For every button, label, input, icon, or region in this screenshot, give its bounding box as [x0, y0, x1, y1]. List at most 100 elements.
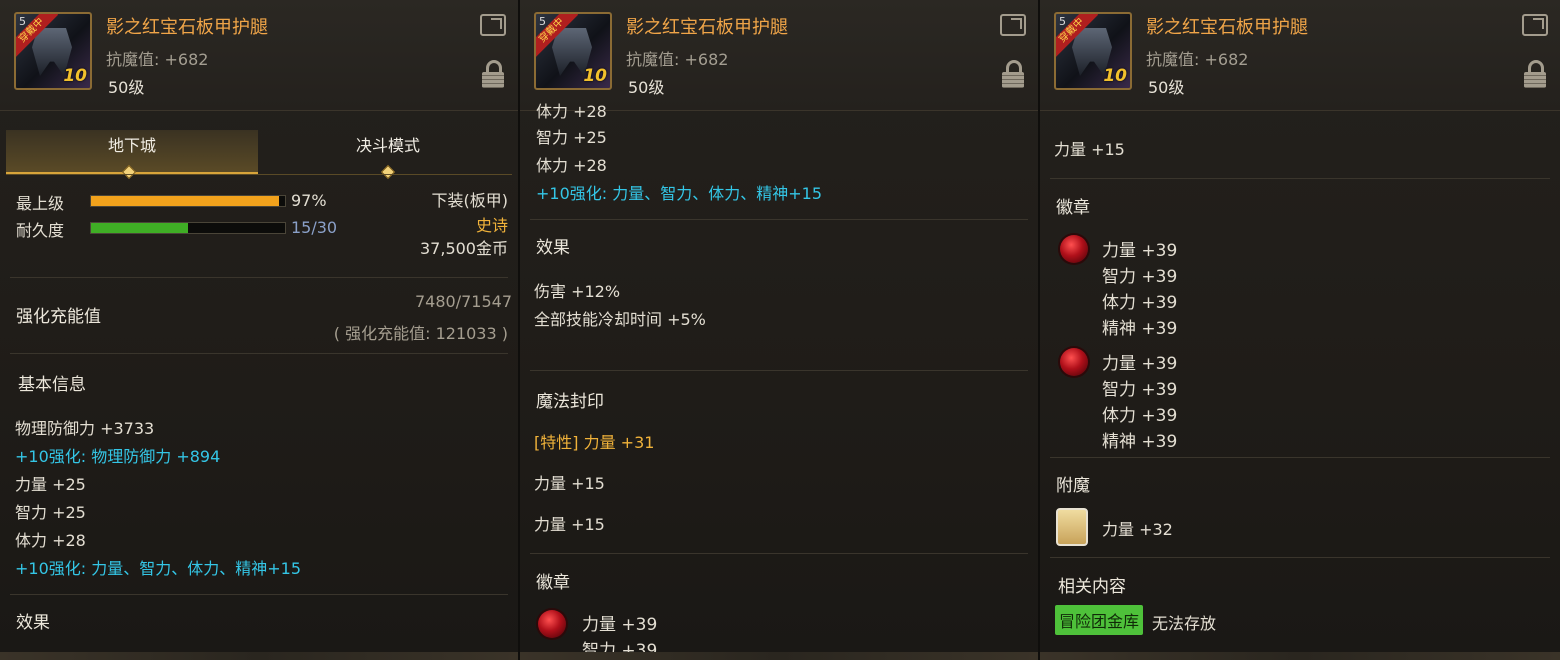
lock-icon[interactable] [1002, 60, 1024, 88]
tab-dungeon-label: 地下城 [107, 136, 156, 155]
red-emblem-icon [1060, 235, 1088, 263]
effect-line: 全部技能冷却时间 +5% [534, 310, 706, 329]
emblem-line: 力量 +39 [1102, 354, 1178, 374]
enhance-level: 10 [1103, 66, 1127, 86]
item-icon[interactable]: 5 穿戴中 10 [14, 12, 92, 90]
item-level: 50级 [1148, 78, 1185, 97]
section-title-emblem: 徽章 [536, 573, 570, 593]
tab-duel-label: 决斗模式 [355, 136, 420, 155]
divider [530, 553, 1028, 554]
enhance-level: 10 [583, 66, 607, 86]
section-title-seal: 魔法封印 [536, 392, 604, 412]
seal-trait: [特性] 力量 +31 [534, 433, 655, 452]
durability-bar-fill [91, 223, 188, 233]
durability-label: 耐久度 [16, 221, 65, 240]
section-title-related: 相关内容 [1058, 577, 1126, 597]
adventure-vault-tag: 冒险团金库 [1055, 605, 1144, 635]
grade-value: 97% [291, 191, 327, 210]
panel-content: 力量 +15 徽章 力量 +39 智力 +39 体力 +39 精神 +39 力量… [1040, 110, 1560, 660]
bottom-strip [0, 652, 518, 660]
item-name: 影之红宝石板甲护腿 [1146, 17, 1308, 38]
divider [1050, 178, 1550, 179]
emblem-line: 智力 +39 [1102, 380, 1178, 400]
section-title-effect: 效果 [536, 238, 570, 258]
item-magic-resist: 抗魔值: +682 [1146, 50, 1249, 69]
stat-line: 智力 +25 [15, 503, 86, 522]
seal-line: 力量 +15 [534, 474, 605, 493]
charge-label: 强化充能值 [16, 307, 101, 327]
grade-label: 最上级 [16, 194, 65, 213]
item-magic-resist: 抗魔值: +682 [626, 50, 729, 69]
item-price: 37,500金币 [420, 239, 508, 258]
stat-line: 体力 +28 [536, 156, 607, 175]
divider [10, 594, 508, 595]
divider [1050, 557, 1550, 558]
emblem-line: 智力 +39 [1102, 267, 1178, 287]
lock-icon[interactable] [1524, 60, 1546, 88]
grade-bar [90, 195, 286, 207]
share-icon[interactable] [480, 14, 506, 36]
item-header: 5 穿戴中 10 影之红宝石板甲护腿 抗魔值: +682 50级 [520, 0, 1038, 111]
emblem-line: 力量 +39 [582, 615, 658, 635]
emblem-line: 体力 +39 [1102, 293, 1178, 313]
item-header: 5 穿戴中 10 影之红宝石板甲护腿 抗魔值: +682 50级 [1040, 0, 1560, 111]
divider [10, 277, 508, 278]
divider [10, 353, 508, 354]
item-level: 50级 [628, 78, 665, 97]
emblem-line: 力量 +39 [1102, 241, 1178, 261]
tab-divider [6, 174, 512, 175]
enchant-card-icon [1056, 508, 1088, 546]
panel-content: 体力 +28 智力 +25 体力 +28 +10强化: 力量、智力、体力、精神+… [520, 102, 1038, 660]
section-title-basic: 基本信息 [18, 375, 86, 395]
item-header: 5 穿戴中 10 影之红宝石板甲护腿 抗魔值: +682 50级 [0, 0, 518, 111]
charge-value: 7480/71547 [414, 292, 512, 311]
bottom-strip [1040, 652, 1560, 660]
divider [530, 219, 1028, 220]
item-slot: 下装(板甲) [431, 191, 509, 210]
stat-line-enhance: +10强化: 力量、智力、体力、精神+15 [536, 184, 823, 203]
section-title-emblem: 徽章 [1056, 198, 1090, 218]
share-icon[interactable] [1000, 14, 1026, 36]
item-rarity: 史诗 [475, 216, 508, 235]
icon-level: 5 [19, 15, 26, 28]
share-icon[interactable] [1522, 14, 1548, 36]
red-emblem-icon [538, 610, 566, 638]
effect-line: 伤害 +12% [534, 282, 621, 301]
emblem-line: 体力 +39 [1102, 406, 1178, 426]
section-title-effect: 效果 [16, 613, 50, 633]
seal-line: 力量 +15 [1054, 140, 1125, 159]
vault-status: 无法存放 [1152, 614, 1217, 633]
icon-level: 5 [1059, 15, 1066, 28]
item-name: 影之红宝石板甲护腿 [106, 17, 268, 38]
item-name: 影之红宝石板甲护腿 [626, 17, 788, 38]
durability-value: 15/30 [291, 218, 338, 237]
tooltip-panels: 5 穿戴中 10 影之红宝石板甲护腿 抗魔值: +682 50级 地下城 决斗模… [0, 0, 1560, 660]
seal-line: 力量 +15 [534, 515, 605, 534]
stat-line: 力量 +25 [15, 475, 86, 494]
stat-line: 体力 +28 [15, 531, 86, 550]
item-icon[interactable]: 5 穿戴中 10 [1054, 12, 1132, 90]
stat-line-enhance: +10强化: 力量、智力、体力、精神+15 [15, 559, 302, 578]
item-icon[interactable]: 5 穿戴中 10 [534, 12, 612, 90]
item-level: 50级 [108, 78, 145, 97]
emblem-line: 精神 +39 [1102, 319, 1178, 339]
bottom-strip [520, 652, 1038, 660]
panel-content: 地下城 决斗模式 最上级 97% 耐久度 15/30 下装(板甲) 史诗 37,… [0, 110, 518, 660]
tooltip-panel-2: 5 穿戴中 10 影之红宝石板甲护腿 抗魔值: +682 50级 体力 +28 … [520, 0, 1040, 660]
tooltip-panel-1: 5 穿戴中 10 影之红宝石板甲护腿 抗魔值: +682 50级 地下城 决斗模… [0, 0, 520, 660]
stat-line: 物理防御力 +3733 [15, 419, 155, 438]
enhance-level: 10 [63, 66, 87, 86]
divider [530, 370, 1028, 371]
emblem-line: 精神 +39 [1102, 432, 1178, 452]
stat-line-enhance: +10强化: 物理防御力 +894 [15, 447, 221, 466]
tooltip-panel-3: 5 穿戴中 10 影之红宝石板甲护腿 抗魔值: +682 50级 力量 +15 … [1040, 0, 1560, 660]
section-title-enchant: 附魔 [1056, 476, 1090, 496]
charge-total: ( 强化充能值: 121033 ) [333, 324, 508, 343]
durability-bar [90, 222, 286, 234]
lock-icon[interactable] [482, 60, 504, 88]
divider [1050, 457, 1550, 458]
stat-line: 智力 +25 [536, 128, 607, 147]
enchant-line: 力量 +32 [1102, 520, 1173, 539]
stat-line-cut: 体力 +28 [536, 102, 607, 121]
icon-level: 5 [539, 15, 546, 28]
